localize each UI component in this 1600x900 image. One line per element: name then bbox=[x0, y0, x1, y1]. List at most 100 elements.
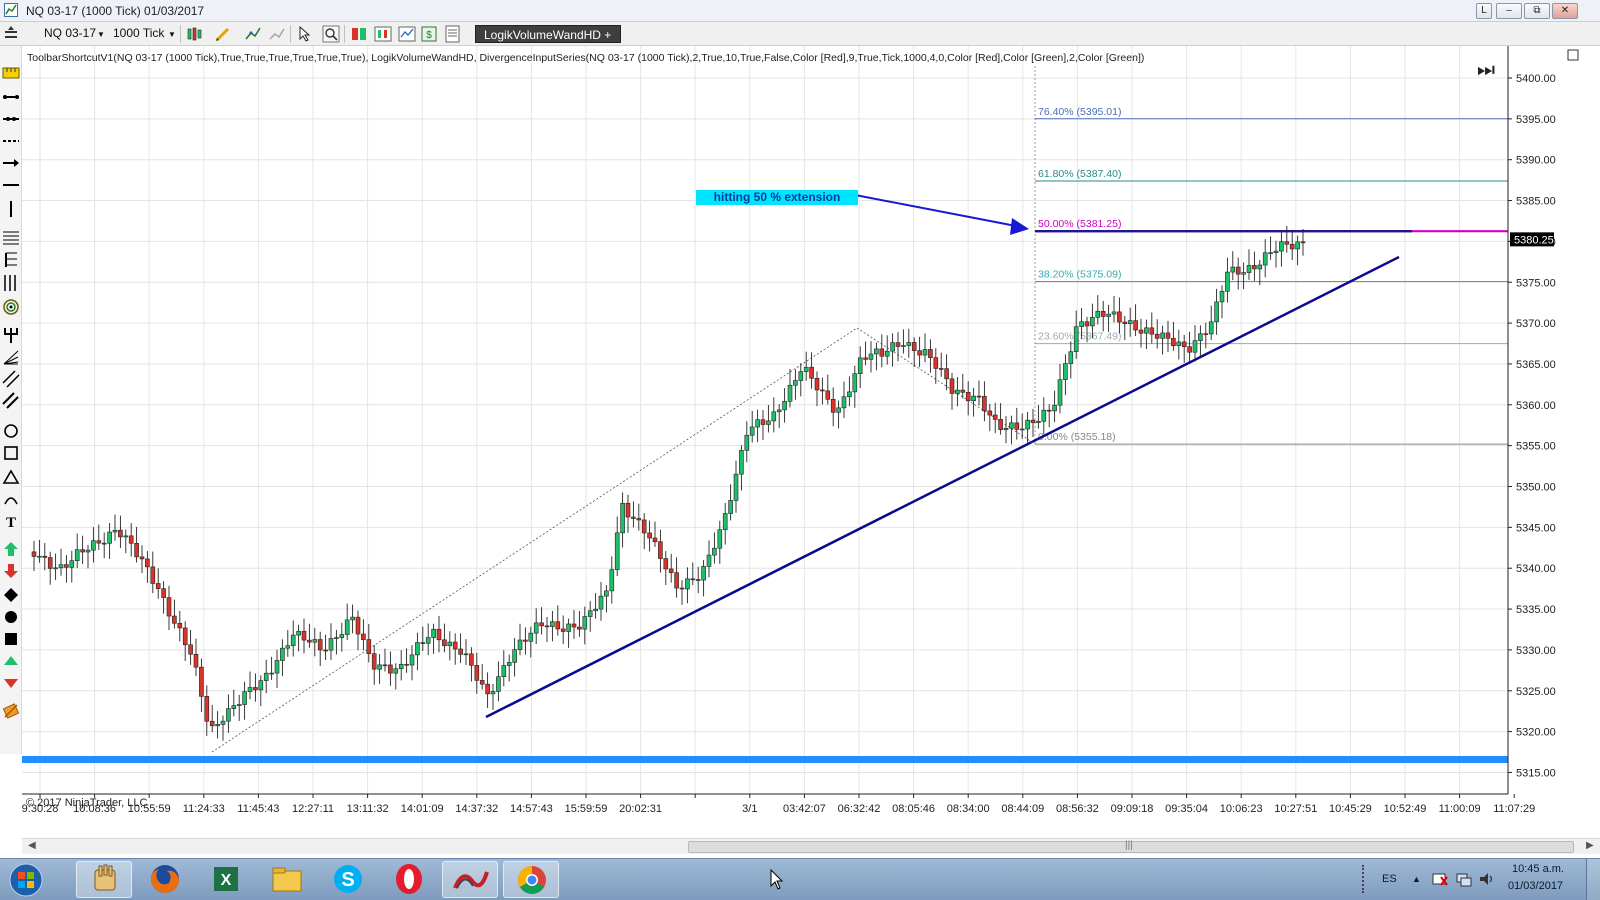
arrow-up-icon[interactable] bbox=[2, 540, 20, 558]
minimize-button[interactable]: – bbox=[1496, 3, 1522, 19]
templates-icon[interactable] bbox=[444, 25, 462, 43]
strategies-icon[interactable] bbox=[268, 25, 286, 43]
horizontal-scrollbar[interactable]: ◀ ||| ▶ bbox=[22, 838, 1600, 854]
ellipse-icon[interactable] bbox=[2, 422, 20, 440]
data-series-icon[interactable]: $ bbox=[420, 25, 438, 43]
order-entry-icon[interactable] bbox=[350, 25, 368, 43]
extended-line-icon[interactable] bbox=[2, 110, 20, 128]
link-button[interactable]: L bbox=[1476, 3, 1492, 19]
candle-body bbox=[1300, 241, 1306, 244]
bar-type-icon[interactable] bbox=[186, 25, 204, 43]
candle-body bbox=[793, 380, 798, 386]
horizontal-line-icon[interactable] bbox=[2, 176, 20, 194]
text-icon[interactable]: T bbox=[2, 512, 20, 530]
pointer-icon[interactable] bbox=[296, 25, 314, 43]
line-segment-icon[interactable] bbox=[2, 88, 20, 106]
candle-body bbox=[96, 540, 102, 544]
clock-time[interactable]: 10:45 a.m. bbox=[1512, 863, 1564, 875]
firefox-task[interactable] bbox=[137, 861, 193, 898]
arrow-down-icon[interactable] bbox=[2, 562, 20, 580]
price-chart[interactable]: 76.40% (5395.01) 61.80% (5387.40) 50.00% (… bbox=[22, 46, 1600, 824]
rectangle-icon[interactable] bbox=[2, 444, 20, 462]
scroll-thumb[interactable]: ||| bbox=[688, 840, 1574, 853]
diamond-icon[interactable] bbox=[2, 586, 20, 604]
instrument-selector[interactable]: NQ 03-17 bbox=[44, 26, 96, 40]
chart-properties-icon[interactable] bbox=[398, 25, 416, 43]
arc-icon[interactable] bbox=[2, 490, 20, 508]
language-indicator[interactable]: ES bbox=[1382, 873, 1397, 885]
dot-icon[interactable] bbox=[2, 608, 20, 626]
show-desktop-button[interactable] bbox=[1586, 859, 1600, 900]
ruler-icon[interactable] bbox=[2, 64, 20, 82]
ninjatrader-app-icon bbox=[4, 3, 18, 17]
triangle-down-icon[interactable] bbox=[2, 674, 20, 692]
start-button[interactable] bbox=[4, 861, 48, 898]
candle-body bbox=[226, 708, 231, 722]
candle-body bbox=[744, 434, 750, 451]
candle-body bbox=[361, 633, 366, 640]
remove-drawings-icon[interactable] bbox=[2, 702, 20, 720]
fibonacci-extension-icon[interactable] bbox=[2, 250, 20, 268]
excel-task[interactable]: X bbox=[198, 861, 254, 898]
candle-body bbox=[879, 348, 885, 357]
instrument-dropdown-icon[interactable]: ▼ bbox=[97, 30, 105, 39]
explorer-task[interactable] bbox=[259, 861, 315, 898]
hand-tool-task[interactable] bbox=[76, 861, 132, 898]
skype-task[interactable]: S bbox=[320, 861, 376, 898]
andrews-pitchfork-icon[interactable] bbox=[2, 326, 20, 344]
price-tick-label: 5345.00 bbox=[1516, 522, 1556, 534]
triangle-up-icon[interactable] bbox=[2, 652, 20, 670]
logik-volume-wand-button[interactable]: LogikVolumeWandHD + bbox=[475, 25, 621, 43]
triangle-icon[interactable] bbox=[2, 468, 20, 486]
indicators-icon[interactable] bbox=[244, 25, 262, 43]
action-center-icon[interactable] bbox=[1432, 871, 1448, 887]
candle-body bbox=[1063, 363, 1068, 381]
square-icon[interactable] bbox=[2, 630, 20, 648]
candle-body bbox=[420, 642, 426, 644]
annotation-label[interactable]: hitting 50 % extension bbox=[696, 190, 858, 205]
time-tick-label: 08:34:00 bbox=[947, 803, 990, 815]
chart-trader-icon[interactable] bbox=[374, 25, 392, 43]
gann-fan-icon[interactable] bbox=[2, 348, 20, 366]
maximize-button[interactable]: ⧉ bbox=[1524, 3, 1550, 19]
clock-date[interactable]: 01/03/2017 bbox=[1508, 880, 1563, 892]
candle-body bbox=[971, 395, 976, 402]
candle-body bbox=[917, 350, 922, 356]
scroll-right-icon[interactable]: ▶ bbox=[1586, 840, 1594, 851]
svg-text:X: X bbox=[221, 872, 232, 889]
interval-selector[interactable]: 1000 Tick bbox=[113, 26, 164, 40]
volume-icon[interactable] bbox=[1478, 871, 1496, 887]
candle-body bbox=[199, 666, 204, 697]
chrome-task[interactable] bbox=[503, 861, 559, 898]
candle-body bbox=[803, 366, 809, 372]
regression-channel-icon[interactable] bbox=[2, 370, 20, 388]
drawing-pencil-icon[interactable] bbox=[214, 25, 232, 43]
network-icon[interactable] bbox=[1456, 871, 1472, 887]
candle-body bbox=[1214, 301, 1219, 323]
arrow-line-icon[interactable] bbox=[2, 154, 20, 172]
candle-body bbox=[1127, 320, 1133, 325]
ninjatrader-task[interactable] bbox=[442, 861, 498, 898]
annotation-arrow-line bbox=[849, 193, 1017, 227]
price-tick-label: 5340.00 bbox=[1516, 563, 1556, 575]
trend-channel-icon[interactable] bbox=[2, 392, 20, 410]
scroll-left-icon[interactable]: ◀ bbox=[28, 840, 36, 851]
opera-icon bbox=[396, 864, 422, 894]
close-button[interactable]: ✕ bbox=[1552, 3, 1578, 19]
dotted-line-icon[interactable] bbox=[2, 132, 20, 150]
fibonacci-retracement-icon[interactable] bbox=[2, 228, 20, 246]
fibonacci-circle-icon[interactable] bbox=[2, 298, 20, 316]
candle-body bbox=[1014, 422, 1020, 430]
tray-grip-icon bbox=[1362, 865, 1372, 893]
candle-body bbox=[836, 407, 841, 413]
interval-dropdown-icon[interactable]: ▼ bbox=[168, 30, 176, 39]
show-hidden-icons-icon[interactable]: ▲ bbox=[1412, 874, 1421, 884]
time-tick-label: 13:11:32 bbox=[347, 803, 389, 815]
fibonacci-time-icon[interactable] bbox=[2, 274, 20, 292]
zoom-icon[interactable] bbox=[322, 25, 340, 43]
vertical-line-icon[interactable] bbox=[2, 200, 20, 218]
opera-task[interactable] bbox=[381, 861, 437, 898]
candle-body bbox=[1257, 264, 1263, 270]
fibonacci-extension: 76.40% (5395.01) 61.80% (5387.40) 50.00% (… bbox=[1034, 66, 1508, 445]
candle-body bbox=[512, 649, 517, 663]
